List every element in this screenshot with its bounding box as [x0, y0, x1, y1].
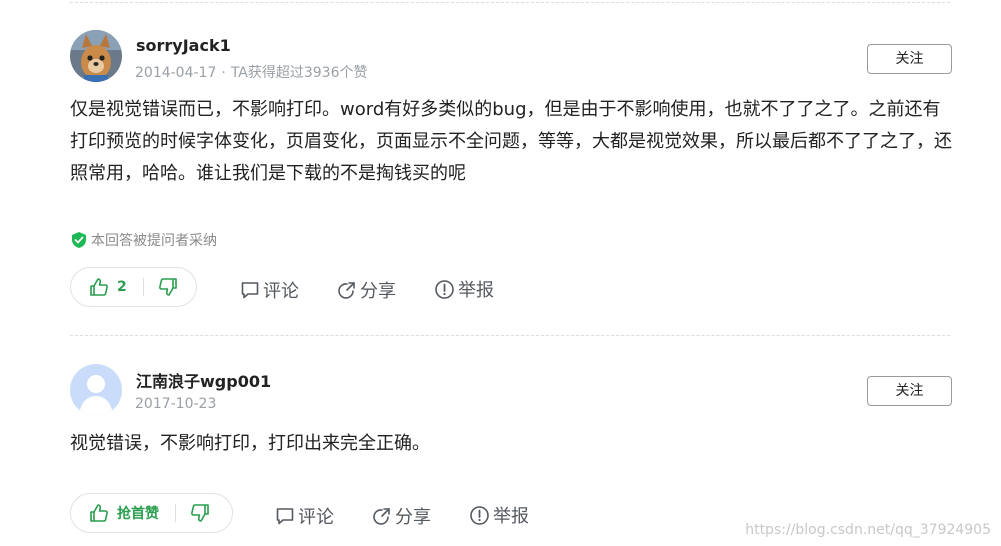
thumbs-up-icon: [90, 504, 108, 522]
avatar[interactable]: [70, 30, 122, 82]
report-button[interactable]: 举报: [469, 502, 529, 528]
meta-separator: ·: [221, 65, 226, 81]
share-button[interactable]: 分享: [372, 503, 431, 529]
thumbs-down-icon: [191, 504, 209, 522]
answer-content: 视觉错误，不影响打印，打印出来完全正确。: [70, 433, 430, 454]
answer-meta: 2014-04-17 · TA获得超过3936个赞: [135, 62, 368, 82]
share-icon: [338, 282, 355, 299]
downvote-button[interactable]: [158, 277, 178, 297]
watermark: https://blog.csdn.net/qq_37924905: [745, 522, 991, 538]
report-label: 举报: [458, 280, 494, 301]
answer-item: sorryJack1 2014-04-17 · TA获得超过3936个赞 关注 仅是…: [70, 0, 952, 320]
report-icon: [470, 505, 489, 525]
answer-date: 2014-04-17: [135, 65, 217, 81]
share-button[interactable]: 分享: [337, 277, 396, 303]
share-icon: [373, 508, 390, 525]
accepted-text: 本回答被提问者采纳: [91, 233, 217, 249]
first-upvote-label: 抢首赞: [117, 506, 159, 522]
vote-separator: [175, 504, 176, 522]
report-button[interactable]: 举报: [434, 276, 494, 302]
comment-button[interactable]: 评论: [240, 277, 299, 303]
follow-button[interactable]: 关注: [867, 44, 952, 74]
vote-separator: [142, 278, 144, 296]
upvote-button[interactable]: 2: [89, 277, 127, 297]
vote-box: 抢首赞: [70, 493, 233, 533]
accepted-badge: 本回答被提问者采纳: [70, 230, 217, 250]
avatar[interactable]: [70, 364, 122, 416]
upvote-button[interactable]: 抢首赞: [89, 503, 159, 523]
follow-button[interactable]: 关注: [867, 376, 952, 406]
comment-icon: [241, 282, 259, 299]
downvote-button[interactable]: [190, 503, 210, 523]
share-label: 分享: [395, 507, 431, 528]
share-label: 分享: [360, 281, 396, 302]
answer-date: 2017-10-23: [135, 396, 217, 412]
username[interactable]: sorryJack1: [136, 36, 231, 55]
answer-item: 江南浪子wgp001 2017-10-23 关注 视觉错误，不影响打印，打印出来…: [70, 336, 952, 546]
answer-content: 仅是视觉错误而已，不影响打印。word有好多类似的bug，但是由于不影响使用，也…: [70, 99, 952, 184]
report-label: 举报: [493, 506, 529, 527]
comment-label: 评论: [298, 507, 334, 528]
likes-received: TA获得超过3936个赞: [230, 65, 368, 81]
report-icon: [435, 279, 454, 299]
thumbs-up-icon: [90, 278, 108, 296]
username[interactable]: 江南浪子wgp001: [136, 368, 271, 392]
comment-icon: [276, 508, 294, 525]
comment-label: 评论: [263, 281, 299, 302]
upvote-count: 2: [117, 279, 127, 295]
thumbs-down-icon: [158, 278, 177, 296]
vote-box: 2: [70, 267, 197, 307]
comment-button[interactable]: 评论: [275, 503, 334, 529]
shield-check-icon: [70, 231, 88, 249]
